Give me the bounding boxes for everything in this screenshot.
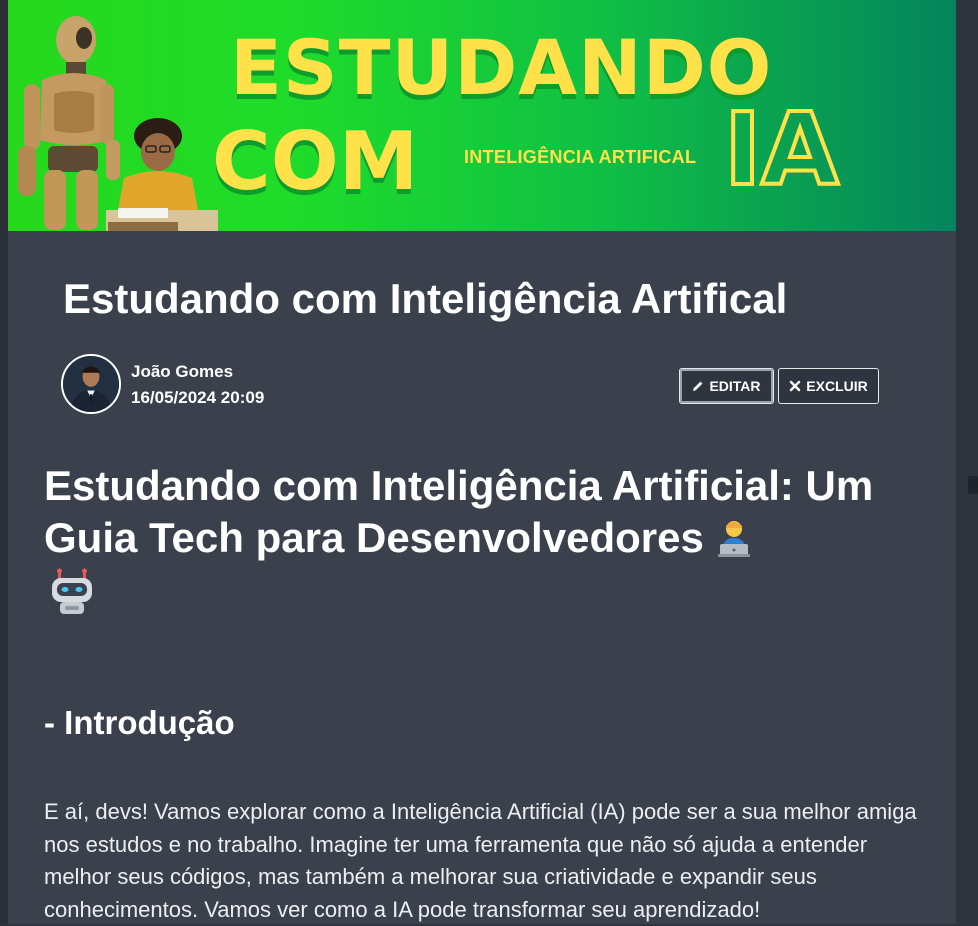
delete-button[interactable]: EXCLUIR	[778, 368, 879, 404]
left-gutter	[0, 0, 8, 924]
author-avatar[interactable]	[61, 354, 121, 414]
pencil-icon	[693, 381, 703, 391]
post-banner-image: ESTUDANDO COM INTELIGÊNCIA ARTIFICAL IA	[8, 0, 956, 231]
right-gutter	[956, 0, 978, 924]
x-icon	[790, 380, 801, 392]
post-date: 16/05/2024 20:09	[131, 388, 265, 407]
robot-emoji-icon	[52, 568, 92, 614]
edit-button-label: EDITAR	[709, 378, 761, 394]
delete-button-label: EXCLUIR	[806, 378, 868, 394]
avatar-portrait-icon	[63, 356, 119, 412]
student-illustration-icon	[106, 118, 218, 231]
banner-subtitle: INTELIGÊNCIA ARTIFICAL	[464, 147, 697, 167]
technologist-emoji-icon	[717, 521, 750, 557]
banner-ia-text: IA	[722, 91, 841, 208]
scrollbar-handle[interactable]	[968, 476, 978, 494]
edit-button[interactable]: EDITAR	[679, 368, 774, 404]
banner-title-line2: COM	[212, 115, 419, 208]
post-title: Estudando com Inteligência Artifical	[63, 275, 788, 322]
author-name[interactable]: João Gomes	[131, 362, 233, 382]
intro-paragraph: E aí, devs! Vamos explorar como a Inteli…	[44, 799, 917, 922]
section-heading-introducao: - Introdução	[44, 704, 235, 741]
post-article: ESTUDANDO COM INTELIGÊNCIA ARTIFICAL IA …	[8, 0, 956, 924]
banner-title-line1: ESTUDANDO	[230, 23, 773, 112]
page: ESTUDANDO COM INTELIGÊNCIA ARTIFICAL IA …	[0, 0, 978, 924]
content-heading: Estudando com Inteligência Artificial: U…	[44, 460, 924, 564]
